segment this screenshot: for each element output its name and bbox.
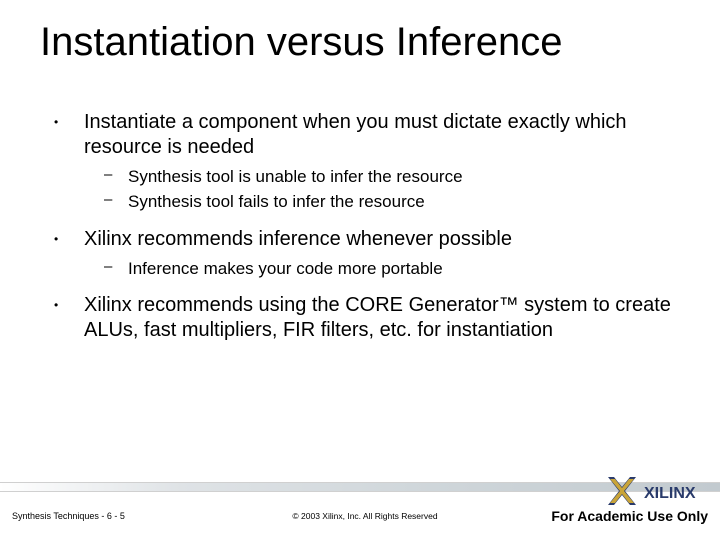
sub-bullet-item: Synthesis tool fails to infer the resour… — [84, 191, 680, 212]
sub-bullet-text: Synthesis tool fails to infer the resour… — [128, 192, 425, 211]
bullet-item: Instantiate a component when you must di… — [50, 110, 680, 213]
slide-body: Instantiate a component when you must di… — [50, 110, 680, 357]
slide-title: Instantiation versus Inference — [40, 20, 700, 65]
bullet-item: Xilinx recommends using the CORE Generat… — [50, 293, 680, 343]
bullet-text: Xilinx recommends using the CORE Generat… — [84, 294, 671, 341]
footer: Synthesis Techniques - 6 - 5 © 2003 Xili… — [0, 492, 720, 540]
sub-bullet-text: Inference makes your code more portable — [128, 259, 443, 278]
sub-bullet-text: Synthesis tool is unable to infer the re… — [128, 167, 463, 186]
bullet-text: Instantiate a component when you must di… — [84, 111, 627, 158]
bullet-list: Instantiate a component when you must di… — [50, 110, 680, 343]
bullet-item: Xilinx recommends inference whenever pos… — [50, 227, 680, 279]
sub-bullet-list: Inference makes your code more portable — [84, 258, 680, 279]
sub-bullet-list: Synthesis tool is unable to infer the re… — [84, 166, 680, 213]
bullet-text: Xilinx recommends inference whenever pos… — [84, 228, 512, 250]
sub-bullet-item: Inference makes your code more portable — [84, 258, 680, 279]
footer-center: © 2003 Xilinx, Inc. All Rights Reserved — [222, 511, 508, 521]
footer-left: Synthesis Techniques - 6 - 5 — [12, 511, 222, 521]
footer-right: For Academic Use Only — [508, 508, 708, 524]
slide: Instantiation versus Inference Instantia… — [0, 0, 720, 540]
sub-bullet-item: Synthesis tool is unable to infer the re… — [84, 166, 680, 187]
